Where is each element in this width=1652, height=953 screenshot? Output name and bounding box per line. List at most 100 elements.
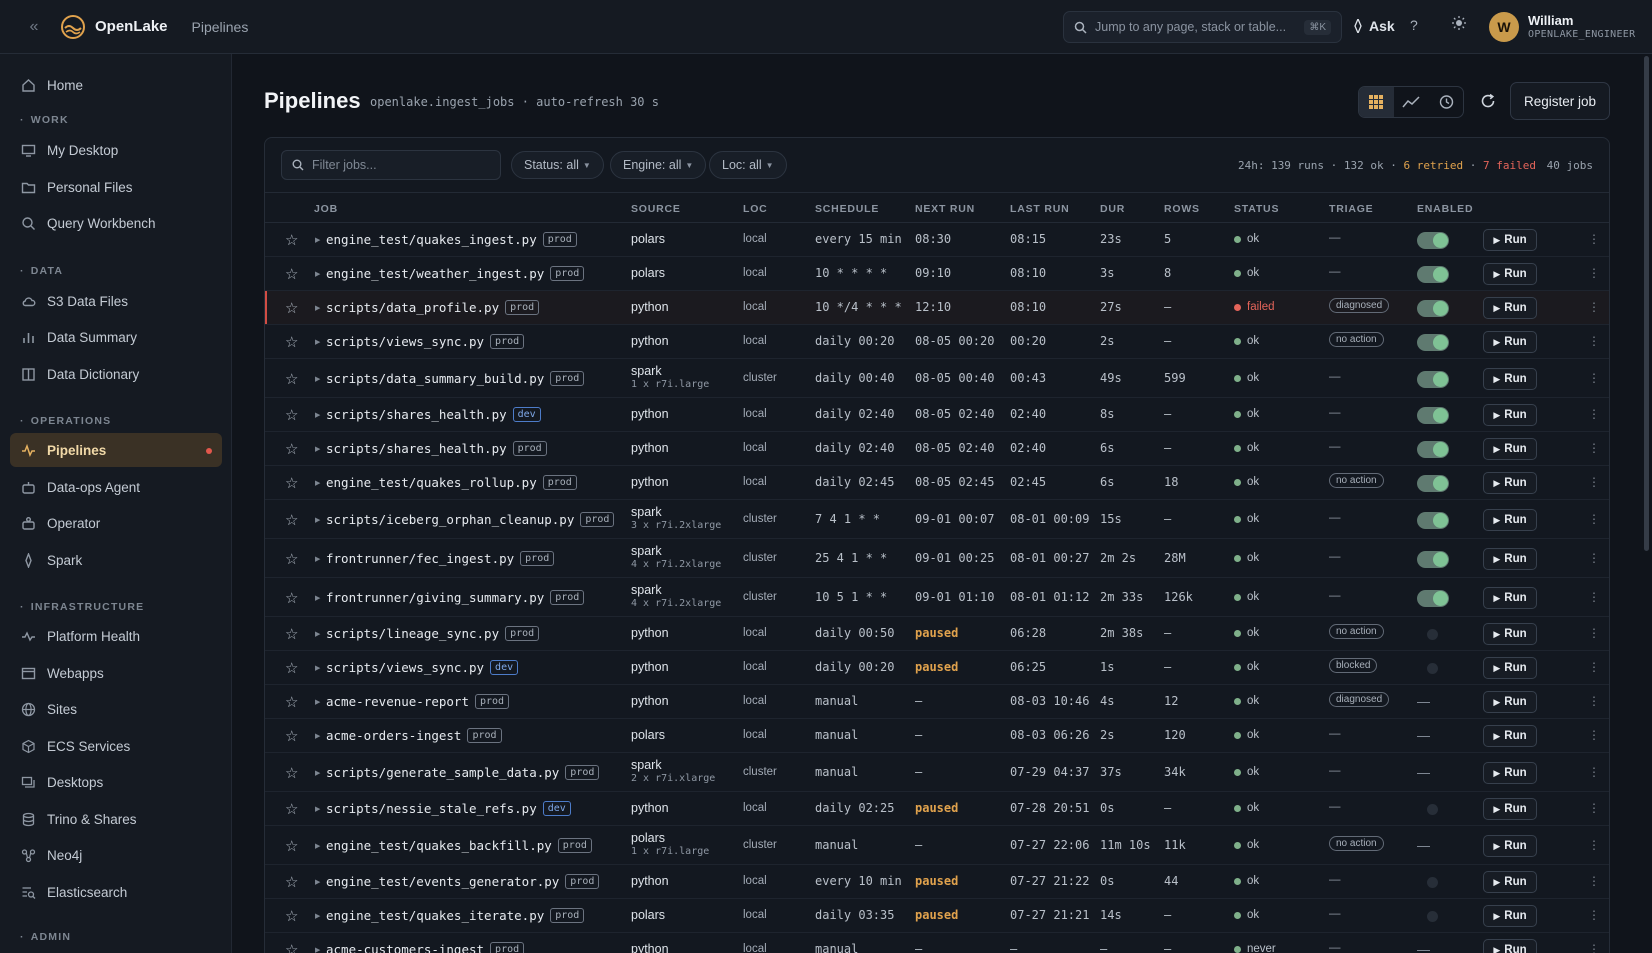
table-row[interactable]: ☆ ▶ scripts/lineage_sync.py prod python local…: [265, 617, 1609, 651]
run-button[interactable]: ▶ Run: [1483, 548, 1537, 570]
expand-caret-icon[interactable]: ▶: [315, 698, 320, 706]
sidebar-item-query-workbench[interactable]: Query Workbench: [10, 206, 222, 240]
enabled-toggle[interactable]: [1417, 407, 1449, 424]
col-loc[interactable]: LOC: [743, 203, 768, 215]
sidebar-item-ecs-services[interactable]: ECS Services: [10, 729, 222, 763]
job-cell[interactable]: scripts/shares_health.py prod: [326, 441, 547, 456]
more-options-icon[interactable]: ⋮: [1588, 942, 1600, 953]
expand-caret-icon[interactable]: ▶: [315, 270, 320, 278]
run-button[interactable]: ▶ Run: [1483, 438, 1537, 460]
sidebar-item-s3-data-files[interactable]: S3 Data Files: [10, 284, 222, 318]
collapse-sidebar-icon[interactable]: «: [14, 18, 54, 36]
more-options-icon[interactable]: ⋮: [1588, 626, 1600, 640]
star-icon[interactable]: ☆: [285, 333, 298, 351]
more-options-icon[interactable]: ⋮: [1588, 590, 1600, 604]
expand-caret-icon[interactable]: ▶: [315, 375, 320, 383]
expand-caret-icon[interactable]: ▶: [315, 946, 320, 953]
more-options-icon[interactable]: ⋮: [1588, 512, 1600, 526]
expand-caret-icon[interactable]: ▶: [315, 555, 320, 563]
star-icon[interactable]: ☆: [285, 625, 298, 643]
expand-caret-icon[interactable]: ▶: [315, 411, 320, 419]
job-cell[interactable]: scripts/nessie_stale_refs.py dev: [326, 801, 571, 816]
enabled-toggle[interactable]: [1417, 551, 1449, 568]
filter-box[interactable]: [281, 150, 501, 180]
star-icon[interactable]: ☆: [285, 440, 298, 458]
more-options-icon[interactable]: ⋮: [1588, 838, 1600, 852]
run-button[interactable]: ▶ Run: [1483, 725, 1537, 747]
job-cell[interactable]: scripts/generate_sample_data.py prod: [326, 765, 600, 780]
register-job-button[interactable]: Register job: [1510, 82, 1610, 120]
enabled-toggle[interactable]: [1425, 908, 1443, 925]
col-rows[interactable]: ROWS: [1164, 203, 1200, 215]
history-view-icon[interactable]: [1428, 87, 1463, 117]
col-job[interactable]: JOB: [314, 203, 338, 215]
job-cell[interactable]: frontrunner/fec_ingest.py prod: [326, 551, 555, 566]
enabled-toggle[interactable]: [1425, 874, 1443, 891]
table-row[interactable]: ☆ ▶ engine_test/quakes_iterate.py prod polar…: [265, 899, 1609, 933]
more-options-icon[interactable]: ⋮: [1588, 908, 1600, 922]
run-button[interactable]: ▶ Run: [1483, 229, 1537, 251]
triage-cell[interactable]: no action: [1329, 624, 1384, 639]
user-avatar[interactable]: W: [1489, 12, 1519, 42]
more-options-icon[interactable]: ⋮: [1588, 300, 1600, 314]
sidebar-item-personal-files[interactable]: Personal Files: [10, 170, 222, 204]
run-button[interactable]: ▶ Run: [1483, 871, 1537, 893]
star-icon[interactable]: ☆: [285, 231, 298, 249]
enabled-toggle[interactable]: [1417, 590, 1449, 607]
sidebar-item-sites[interactable]: Sites: [10, 692, 222, 726]
loc-filter-chip[interactable]: Loc: all ▼: [709, 151, 787, 179]
sidebar-item-data-dictionary[interactable]: Data Dictionary: [10, 357, 222, 391]
enabled-toggle[interactable]: [1417, 232, 1449, 249]
table-row[interactable]: ☆ ▶ scripts/nessie_stale_refs.py dev python l…: [265, 792, 1609, 826]
job-cell[interactable]: scripts/views_sync.py prod: [326, 334, 525, 349]
more-options-icon[interactable]: ⋮: [1588, 874, 1600, 888]
scrollbar-thumb[interactable]: [1644, 56, 1649, 551]
col-enabled[interactable]: ENABLED: [1417, 203, 1473, 215]
more-options-icon[interactable]: ⋮: [1588, 232, 1600, 246]
run-button[interactable]: ▶ Run: [1483, 657, 1537, 679]
job-cell[interactable]: engine_test/quakes_ingest.py prod: [326, 232, 577, 247]
table-row[interactable]: ☆ ▶ frontrunner/fec_ingest.py prod spark 4 x …: [265, 539, 1609, 578]
expand-caret-icon[interactable]: ▶: [315, 338, 320, 346]
more-options-icon[interactable]: ⋮: [1588, 266, 1600, 280]
engine-filter-chip[interactable]: Engine: all ▼: [610, 151, 707, 179]
sidebar-item-data-ops-agent[interactable]: Data-ops Agent: [10, 470, 222, 504]
more-options-icon[interactable]: ⋮: [1588, 551, 1600, 565]
job-cell[interactable]: scripts/data_profile.py prod: [326, 300, 540, 315]
triage-cell[interactable]: no action: [1329, 473, 1384, 488]
sidebar-item-desktops[interactable]: Desktops: [10, 765, 222, 799]
table-row[interactable]: ☆ ▶ engine_test/quakes_backfill.py prod pola…: [265, 826, 1609, 865]
col-next-run[interactable]: NEXT RUN: [915, 203, 975, 215]
triage-cell[interactable]: diagnosed: [1329, 692, 1390, 707]
sidebar-item-platform-health[interactable]: Platform Health: [10, 619, 222, 653]
job-cell[interactable]: acme-revenue-report prod: [326, 694, 510, 709]
job-cell[interactable]: acme-customers-ingest prod: [326, 942, 525, 953]
breadcrumb[interactable]: Pipelines: [192, 19, 249, 35]
table-row[interactable]: ☆ ▶ engine_test/events_generator.py prod pyt…: [265, 865, 1609, 899]
expand-caret-icon[interactable]: ▶: [315, 445, 320, 453]
ask-button[interactable]: Ask: [1353, 18, 1395, 34]
star-icon[interactable]: ☆: [285, 907, 298, 925]
col-status[interactable]: STATUS: [1234, 203, 1279, 215]
job-cell[interactable]: scripts/views_sync.py dev: [326, 660, 519, 675]
expand-caret-icon[interactable]: ▶: [315, 664, 320, 672]
col-triage[interactable]: TRIAGE: [1329, 203, 1373, 215]
sidebar-item-webapps[interactable]: Webapps: [10, 656, 222, 690]
table-row[interactable]: ☆ ▶ acme-orders-ingest prod polars local manua…: [265, 719, 1609, 753]
run-button[interactable]: ▶ Run: [1483, 939, 1537, 953]
expand-caret-icon[interactable]: ▶: [315, 479, 320, 487]
global-search[interactable]: ⌘K: [1063, 11, 1342, 43]
help-icon[interactable]: ?: [1410, 17, 1418, 33]
theme-toggle-icon[interactable]: [1452, 16, 1466, 33]
star-icon[interactable]: ☆: [285, 299, 298, 317]
job-cell[interactable]: engine_test/quakes_iterate.py prod: [326, 908, 585, 923]
job-cell[interactable]: engine_test/events_generator.py prod: [326, 874, 600, 889]
more-options-icon[interactable]: ⋮: [1588, 660, 1600, 674]
star-icon[interactable]: ☆: [285, 693, 298, 711]
enabled-toggle[interactable]: [1425, 801, 1443, 818]
star-icon[interactable]: ☆: [285, 837, 298, 855]
job-cell[interactable]: engine_test/quakes_backfill.py prod: [326, 838, 592, 853]
run-button[interactable]: ▶ Run: [1483, 623, 1537, 645]
job-cell[interactable]: scripts/shares_health.py dev: [326, 407, 541, 422]
enabled-toggle[interactable]: [1417, 475, 1449, 492]
